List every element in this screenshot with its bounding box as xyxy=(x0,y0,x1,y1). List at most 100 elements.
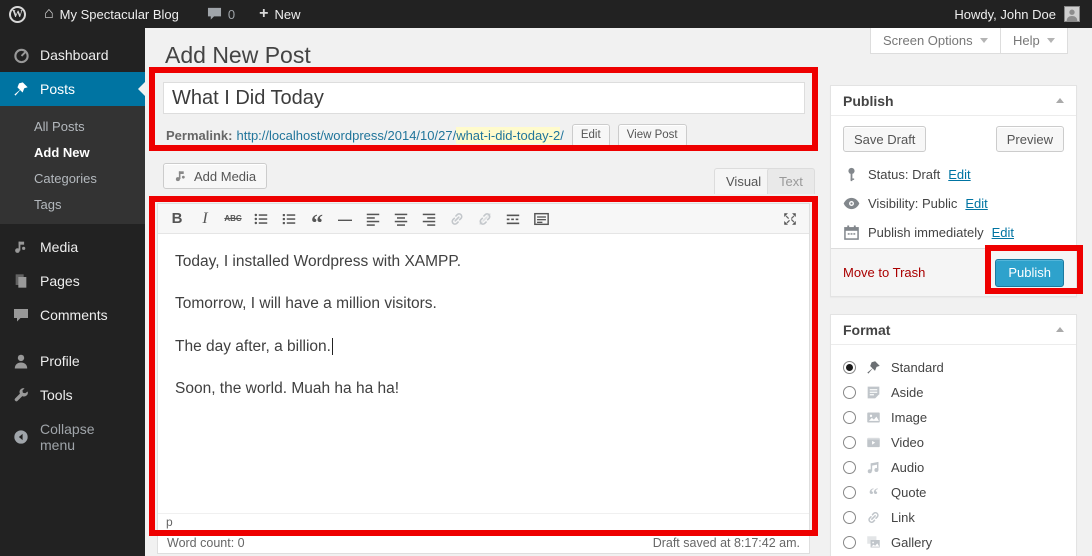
permalink-url: http://localhost/wordpress/2014/10/27/wh… xyxy=(236,128,563,143)
format-option-video[interactable]: Video xyxy=(843,430,1064,455)
format-option-audio[interactable]: Audio xyxy=(843,455,1064,480)
post-title-input[interactable] xyxy=(163,82,805,114)
edit-permalink-button[interactable]: Edit xyxy=(572,124,610,147)
preview-button[interactable]: Preview xyxy=(996,126,1064,152)
toolbar-toggle-button[interactable] xyxy=(528,207,554,231)
sidebar-item-add-new[interactable]: Add New xyxy=(0,139,145,165)
comments-admin-bar-link[interactable]: 0 xyxy=(198,0,244,28)
format-metabox-header[interactable]: Format xyxy=(831,315,1076,345)
align-left-button[interactable] xyxy=(360,207,386,231)
publish-metabox: Publish Save Draft Preview Status: Draft… xyxy=(830,85,1077,297)
format-label: Audio xyxy=(891,460,924,475)
publish-metabox-header[interactable]: Publish xyxy=(831,86,1076,116)
collapse-menu-label: Collapse menu xyxy=(40,421,133,453)
format-option-aside[interactable]: Aside xyxy=(843,380,1064,405)
radio-image[interactable] xyxy=(843,411,856,424)
screen-options-label: Screen Options xyxy=(883,33,973,48)
new-label: New xyxy=(274,7,300,22)
calendar-icon xyxy=(843,225,860,240)
dashboard-icon xyxy=(12,46,30,64)
radio-audio[interactable] xyxy=(843,461,856,474)
tools-icon xyxy=(12,386,30,404)
read-more-tag-button[interactable] xyxy=(500,207,526,231)
edit-status-link[interactable]: Edit xyxy=(948,167,970,182)
sidebar-item-pages[interactable]: Pages xyxy=(0,264,145,298)
sidebar-item-posts[interactable]: Posts xyxy=(0,72,145,106)
italic-button[interactable]: I xyxy=(192,207,218,231)
radio-standard[interactable] xyxy=(843,361,856,374)
format-video-icon xyxy=(865,435,882,450)
format-option-quote[interactable]: “ Quote xyxy=(843,480,1064,505)
bulleted-list-button[interactable] xyxy=(248,207,274,231)
status-text: Status: Draft xyxy=(868,167,940,182)
help-label: Help xyxy=(1013,33,1040,48)
sidebar-item-tools[interactable]: Tools xyxy=(0,378,145,412)
wordpress-admin-page: W ⌂ My Spectacular Blog 0 + New Howdy, J… xyxy=(0,0,1092,556)
sidebar-item-profile[interactable]: Profile xyxy=(0,344,145,378)
editor-content-area[interactable]: Today, I installed Wordpress with XAMPP.… xyxy=(158,234,809,513)
profile-icon xyxy=(12,352,30,370)
radio-gallery[interactable] xyxy=(843,536,856,549)
sidebar-item-tags[interactable]: Tags xyxy=(0,191,145,217)
wordpress-logo-menu[interactable]: W xyxy=(0,0,35,28)
radio-quote[interactable] xyxy=(843,486,856,499)
minor-publishing-actions: Save Draft Preview xyxy=(831,116,1076,160)
plus-icon: + xyxy=(259,5,268,23)
align-right-button[interactable] xyxy=(416,207,442,231)
collapse-toggle-icon[interactable] xyxy=(1056,323,1064,332)
sidebar-item-comments[interactable]: Comments xyxy=(0,298,145,332)
sidebar-item-dashboard[interactable]: Dashboard xyxy=(0,38,145,72)
tab-text[interactable]: Text xyxy=(767,168,815,194)
move-to-trash-link[interactable]: Move to Trash xyxy=(843,265,925,280)
edit-schedule-link[interactable]: Edit xyxy=(992,225,1014,240)
radio-link[interactable] xyxy=(843,511,856,524)
editor-toolbar: B I ABC “ — xyxy=(158,204,809,234)
collapse-arrow-icon xyxy=(12,428,30,446)
admin-bar: W ⌂ My Spectacular Blog 0 + New Howdy, J… xyxy=(0,0,1092,28)
comment-bubble-icon xyxy=(207,7,222,21)
insert-link-button[interactable] xyxy=(444,207,470,231)
collapse-menu-button[interactable]: Collapse menu xyxy=(0,420,145,454)
editor-element-path[interactable]: p xyxy=(158,513,809,531)
blockquote-button[interactable]: “ xyxy=(304,207,330,231)
sidebar-item-all-posts[interactable]: All Posts xyxy=(0,113,145,139)
format-metabox: Format Standard Aside xyxy=(830,314,1077,556)
horizontal-rule-button[interactable]: — xyxy=(332,207,358,231)
pages-icon xyxy=(12,272,30,290)
strikethrough-button[interactable]: ABC xyxy=(220,207,246,231)
numbered-list-button[interactable] xyxy=(276,207,302,231)
view-post-button[interactable]: View Post xyxy=(618,124,687,147)
format-label: Gallery xyxy=(891,535,932,550)
avatar[interactable] xyxy=(1064,6,1080,22)
new-content-menu[interactable]: + New xyxy=(250,0,309,28)
format-option-gallery[interactable]: Gallery xyxy=(843,530,1064,555)
sidebar-item-categories[interactable]: Categories xyxy=(0,165,145,191)
edit-visibility-link[interactable]: Edit xyxy=(965,196,987,211)
format-option-standard[interactable]: Standard xyxy=(843,355,1064,380)
editor-status-bar: Word count: 0 Draft saved at 8:17:42 am. xyxy=(158,531,809,553)
tab-visual[interactable]: Visual xyxy=(714,168,773,194)
radio-aside[interactable] xyxy=(843,386,856,399)
add-media-button[interactable]: Add Media xyxy=(163,163,267,189)
format-option-image[interactable]: Image xyxy=(843,405,1064,430)
format-label: Image xyxy=(891,410,927,425)
collapse-toggle-icon[interactable] xyxy=(1056,94,1064,103)
help-tab[interactable]: Help xyxy=(1000,28,1068,54)
publish-button[interactable]: Publish xyxy=(995,259,1064,287)
format-box-title: Format xyxy=(843,322,890,338)
radio-video[interactable] xyxy=(843,436,856,449)
posts-submenu: All Posts Add New Categories Tags xyxy=(0,106,145,224)
bold-button[interactable]: B xyxy=(164,207,190,231)
format-option-link[interactable]: Link xyxy=(843,505,1064,530)
howdy-account-link[interactable]: Howdy, John Doe xyxy=(954,7,1056,22)
align-center-button[interactable] xyxy=(388,207,414,231)
screen-options-tab[interactable]: Screen Options xyxy=(870,28,1001,54)
permalink-row: Permalink: http://localhost/wordpress/20… xyxy=(166,123,687,147)
remove-link-button[interactable] xyxy=(472,207,498,231)
site-name-link[interactable]: ⌂ My Spectacular Blog xyxy=(35,0,188,28)
distraction-free-button[interactable] xyxy=(777,207,803,231)
save-draft-button[interactable]: Save Draft xyxy=(843,126,926,152)
sidebar-item-media[interactable]: Media xyxy=(0,230,145,264)
media-icon xyxy=(12,238,30,256)
format-options-list: Standard Aside Image xyxy=(831,345,1076,556)
